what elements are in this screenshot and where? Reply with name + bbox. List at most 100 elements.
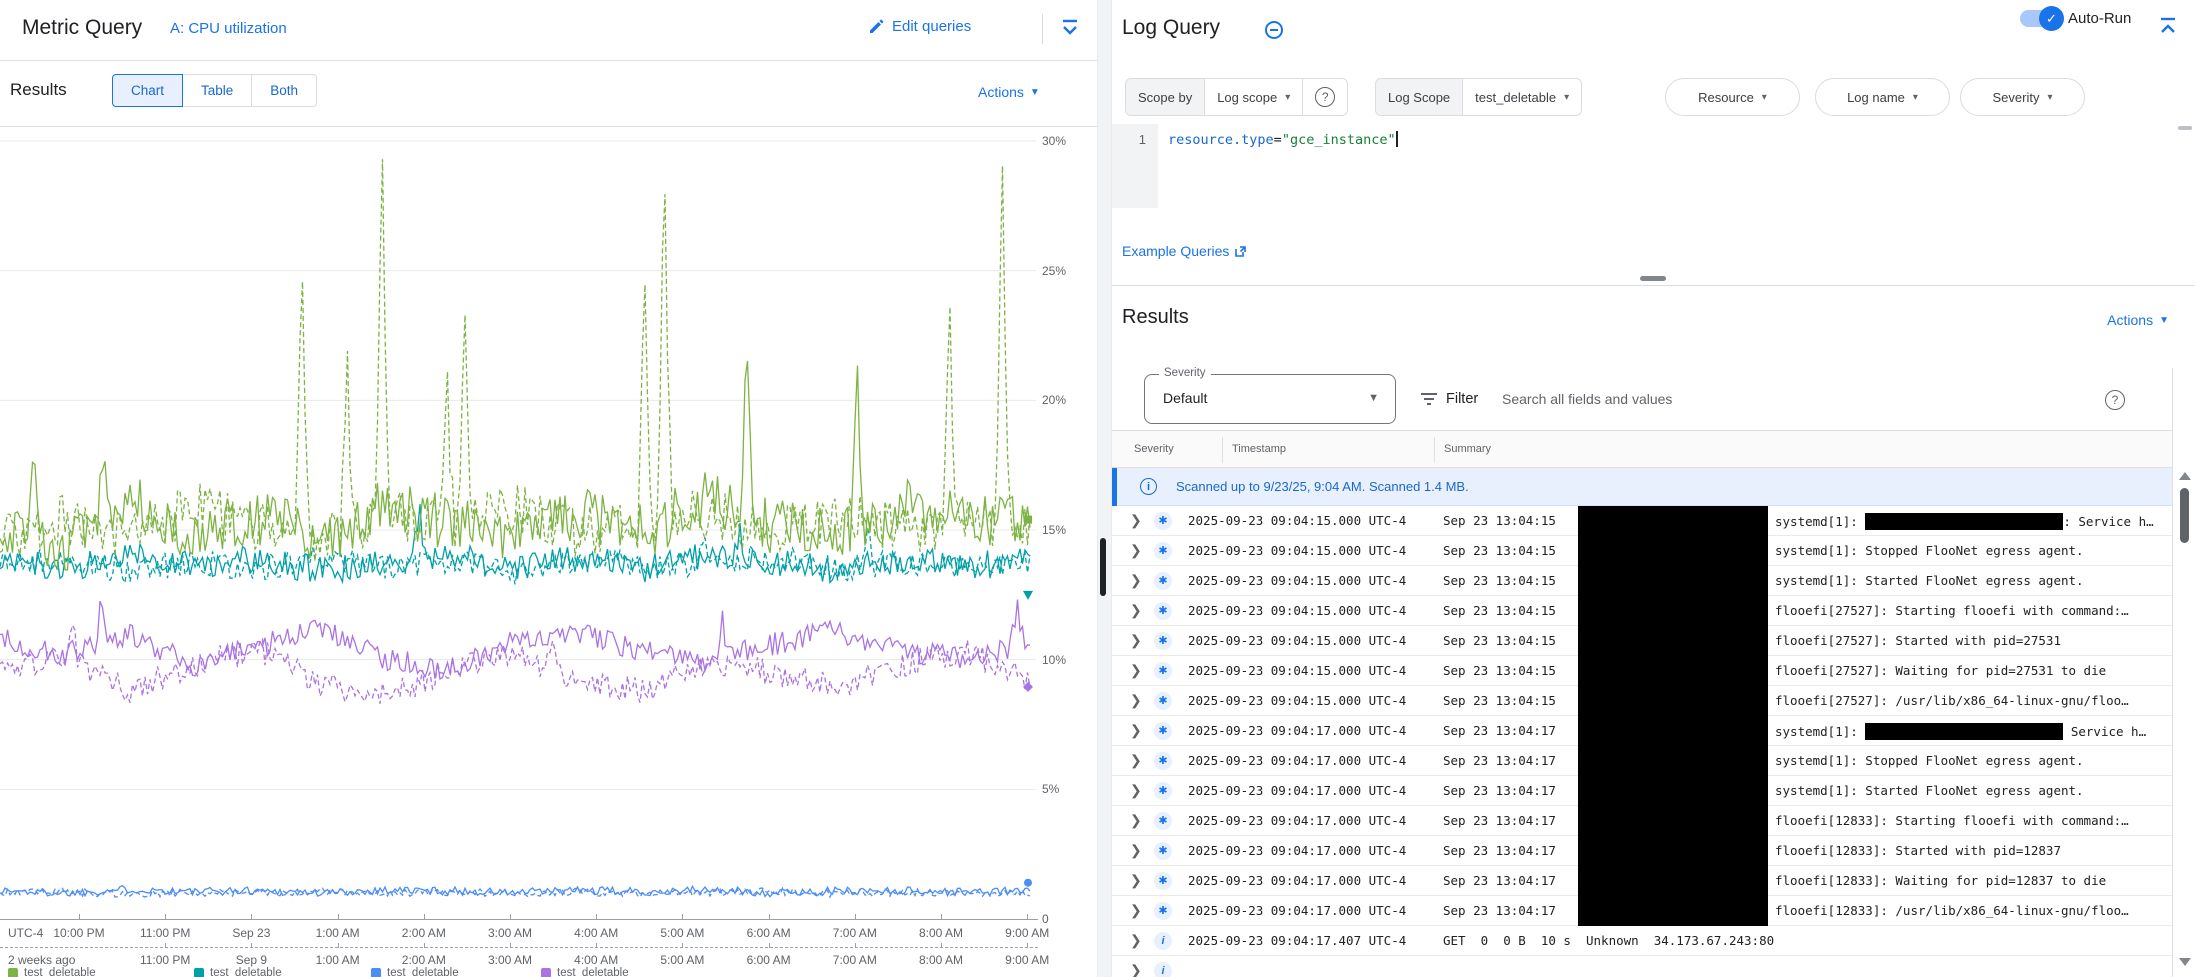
series-line <box>0 600 1030 680</box>
log-summary-message: flooefi[12833]: Started with pid=12837 <box>1775 843 2170 858</box>
scope-help-button[interactable]: ? <box>1302 79 1347 115</box>
scrollbar-thumb[interactable] <box>2180 488 2189 543</box>
expand-chevron-icon[interactable]: ❯ <box>1130 782 1142 799</box>
expand-chevron-icon[interactable]: ❯ <box>1130 512 1142 529</box>
cpu-utilization-chart[interactable]: 30%25%20%15%10%5%0UTC-410:00 PM11:00 PMS… <box>0 126 1097 977</box>
chevron-down-icon: ▼ <box>2159 315 2169 326</box>
legend-swatch-icon <box>8 968 18 977</box>
series-line <box>0 625 1030 703</box>
severity-default-icon: ✱ <box>1154 812 1172 830</box>
scroll-up-arrow-icon[interactable] <box>2179 472 2191 480</box>
metric-panel-scrollbar-thumb[interactable] <box>1100 538 1106 596</box>
edit-queries-button[interactable]: Edit queries <box>868 18 971 35</box>
view-tab-chart[interactable]: Chart <box>112 74 183 107</box>
expand-chevron-icon[interactable]: ❯ <box>1130 722 1142 739</box>
example-queries-link[interactable]: Example Queries <box>1122 243 1247 259</box>
compare-axis-tick-label: 4:00 AM <box>574 953 618 967</box>
metric-panel-title: Metric Query <box>22 16 142 40</box>
expand-chevron-icon[interactable]: ❯ <box>1130 602 1142 619</box>
collapse-metric-header-icon[interactable] <box>1058 18 1084 42</box>
x-axis-timezone-label: UTC-4 <box>8 926 43 940</box>
results-help-button[interactable]: ? <box>2105 390 2125 410</box>
expand-chevron-icon[interactable]: ❯ <box>1130 752 1142 769</box>
compare-axis-tick <box>165 943 166 948</box>
pill-severity[interactable]: Severity▾ <box>1960 78 2085 116</box>
expand-chevron-icon[interactable]: ❯ <box>1130 632 1142 649</box>
chart-plot-area[interactable] <box>0 131 1036 923</box>
filter-icon <box>1420 392 1438 406</box>
expand-chevron-icon[interactable]: ❯ <box>1130 962 1142 977</box>
expand-chevron-icon[interactable]: ❯ <box>1130 932 1142 949</box>
splitter-drag-handle[interactable] <box>1640 276 1666 281</box>
severity-select[interactable]: Severity Default ▼ <box>1144 374 1396 424</box>
severity-default-icon: ✱ <box>1154 632 1172 650</box>
log-filter-input[interactable] <box>1500 386 2060 412</box>
log-summary-message: flooefi[12833]: /usr/lib/x86_64-linux-gn… <box>1775 903 2170 918</box>
view-tab-table[interactable]: Table <box>183 74 252 107</box>
legend-item[interactable]: test_deletable <box>194 967 282 977</box>
log-summary-prefix: Sep 23 13:04:17 <box>1443 753 1556 768</box>
column-header-summary[interactable]: Summary <box>1444 443 1491 455</box>
log-table-scrollbar[interactable] <box>2176 430 2195 977</box>
x-axis-tick-label: 1:00 AM <box>316 926 360 940</box>
legend-item[interactable]: test_deletable <box>371 967 459 977</box>
expand-chevron-icon[interactable]: ❯ <box>1130 662 1142 679</box>
log-scope-dropdown[interactable]: test_deletable ▾ <box>1463 79 1581 115</box>
log-summary-message: flooefi[12833]: Starting flooefi with co… <box>1775 813 2170 828</box>
x-axis-tick-label: 8:00 AM <box>919 926 963 940</box>
expand-chevron-icon[interactable]: ❯ <box>1130 692 1142 709</box>
log-summary-message: flooefi[27527]: Starting flooefi with co… <box>1775 603 2170 618</box>
legend-item[interactable]: test_deletable <box>541 967 629 977</box>
log-results-title: Results <box>1122 306 1189 329</box>
expand-chevron-icon[interactable]: ❯ <box>1130 572 1142 589</box>
scroll-down-arrow-icon[interactable] <box>2179 958 2191 966</box>
expand-chevron-icon[interactable]: ❯ <box>1130 812 1142 829</box>
code-operator: = <box>1274 132 1282 148</box>
column-header-timestamp[interactable]: Timestamp <box>1232 443 1286 455</box>
scroll-area-divider <box>2172 368 2173 977</box>
legend-item[interactable]: test_deletable <box>8 967 96 977</box>
severity-default-icon: ✱ <box>1154 722 1172 740</box>
x-axis-tick <box>682 914 683 919</box>
chevron-down-icon: ▾ <box>1564 92 1569 103</box>
log-table-row[interactable]: ❯i <box>1112 956 2172 977</box>
compare-axis-tick <box>510 943 511 948</box>
log-actions-button[interactable]: Actions ▼ <box>2107 312 2169 328</box>
editor-scrollbar-thumb[interactable] <box>2178 126 2192 130</box>
auto-run-toggle[interactable]: ✓ <box>2020 10 2060 27</box>
metric-query-chip[interactable]: A: CPU utilization <box>170 20 287 37</box>
compare-axis-line <box>0 947 1038 948</box>
severity-default-icon: ✱ <box>1154 662 1172 680</box>
collapse-log-panel-icon[interactable] <box>2156 16 2182 40</box>
panel-gutter <box>1097 0 1112 977</box>
pill-label: Severity <box>1993 90 2040 105</box>
x-axis-tick <box>424 914 425 919</box>
editor-code-line[interactable]: resource.type="gce_instance" <box>1168 131 1398 148</box>
pill-log-name[interactable]: Log name▾ <box>1815 78 1950 116</box>
column-separator <box>1434 437 1435 463</box>
column-header-severity[interactable]: Severity <box>1134 443 1174 455</box>
expand-chevron-icon[interactable]: ❯ <box>1130 542 1142 559</box>
expand-chevron-icon[interactable]: ❯ <box>1130 842 1142 859</box>
series-end-marker <box>1024 879 1032 887</box>
y-axis-tick-label: 15% <box>1042 523 1066 537</box>
pill-resource[interactable]: Resource▾ <box>1665 78 1800 116</box>
severity-default-icon: ✱ <box>1154 752 1172 770</box>
log-summary-prefix: Sep 23 13:04:15 <box>1443 603 1556 618</box>
expand-chevron-icon[interactable]: ❯ <box>1130 902 1142 919</box>
metric-actions-button[interactable]: Actions ▼ <box>978 84 1040 100</box>
scope-by-dropdown[interactable]: Log scope ▾ <box>1205 79 1302 115</box>
info-icon: i <box>1140 478 1157 495</box>
link-icon[interactable] <box>1264 20 1284 40</box>
view-tab-both[interactable]: Both <box>252 74 317 107</box>
chart-view-toggle-group: ChartTableBoth <box>112 74 317 107</box>
x-axis-tick-label: 4:00 AM <box>574 926 618 940</box>
check-icon: ✓ <box>2039 6 2064 31</box>
expand-chevron-icon[interactable]: ❯ <box>1130 872 1142 889</box>
log-timestamp: 2025-09-23 09:04:15.000 UTC-4 <box>1188 573 1406 588</box>
log-query-editor[interactable]: 1 resource.type="gce_instance" <box>1112 124 2195 208</box>
compare-axis-tick-label: Sep 9 <box>236 953 267 967</box>
compare-axis-tick <box>251 943 252 948</box>
log-table-row[interactable]: ❯i2025-09-23 09:04:17.407 UTC-4GET 0 0 B… <box>1112 926 2172 956</box>
log-timestamp: 2025-09-23 09:04:17.000 UTC-4 <box>1188 723 1406 738</box>
